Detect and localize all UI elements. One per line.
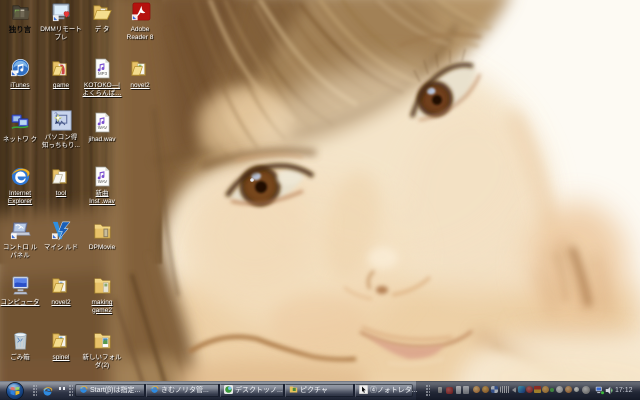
svg-text:WAV: WAV: [97, 125, 107, 130]
svg-text:WAV: WAV: [97, 179, 107, 184]
svg-text:MP3: MP3: [98, 71, 108, 76]
